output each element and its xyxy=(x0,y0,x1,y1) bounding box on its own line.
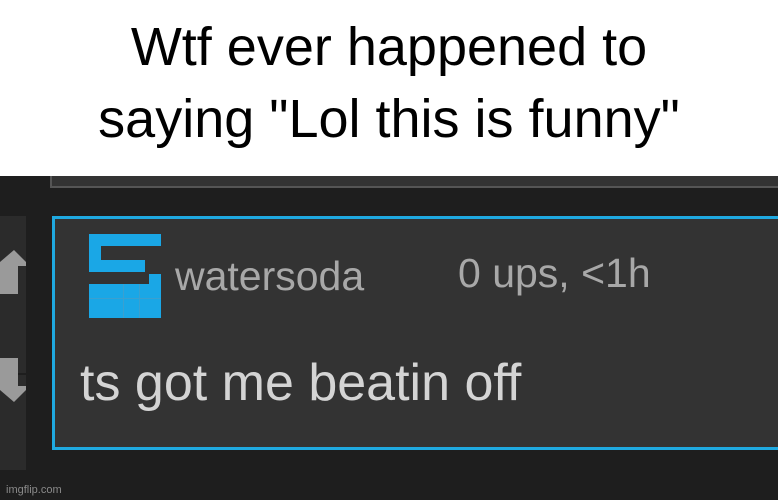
downvote-arrow-icon[interactable] xyxy=(0,356,26,408)
previous-comment-edge xyxy=(50,176,778,188)
user-avatar-icon[interactable] xyxy=(89,234,161,318)
upvote-arrow-icon[interactable] xyxy=(0,248,26,296)
comment-card: watersoda 0 ups, <1h ts got me beatin of… xyxy=(52,216,778,450)
caption-line-1: Wtf ever happened to xyxy=(130,17,648,77)
caption-line-2: saying "Lol this is funny" xyxy=(98,89,680,149)
comment-screenshot: watersoda 0 ups, <1h ts got me beatin of… xyxy=(0,176,778,500)
comment-meta: 0 ups, <1h xyxy=(458,250,651,296)
comment-username[interactable]: watersoda xyxy=(175,253,364,300)
meme-caption: Wtf ever happened to saying "Lol this is… xyxy=(0,0,778,176)
comment-text: ts got me beatin off xyxy=(80,354,522,412)
imgflip-watermark: imgflip.com xyxy=(6,484,62,496)
